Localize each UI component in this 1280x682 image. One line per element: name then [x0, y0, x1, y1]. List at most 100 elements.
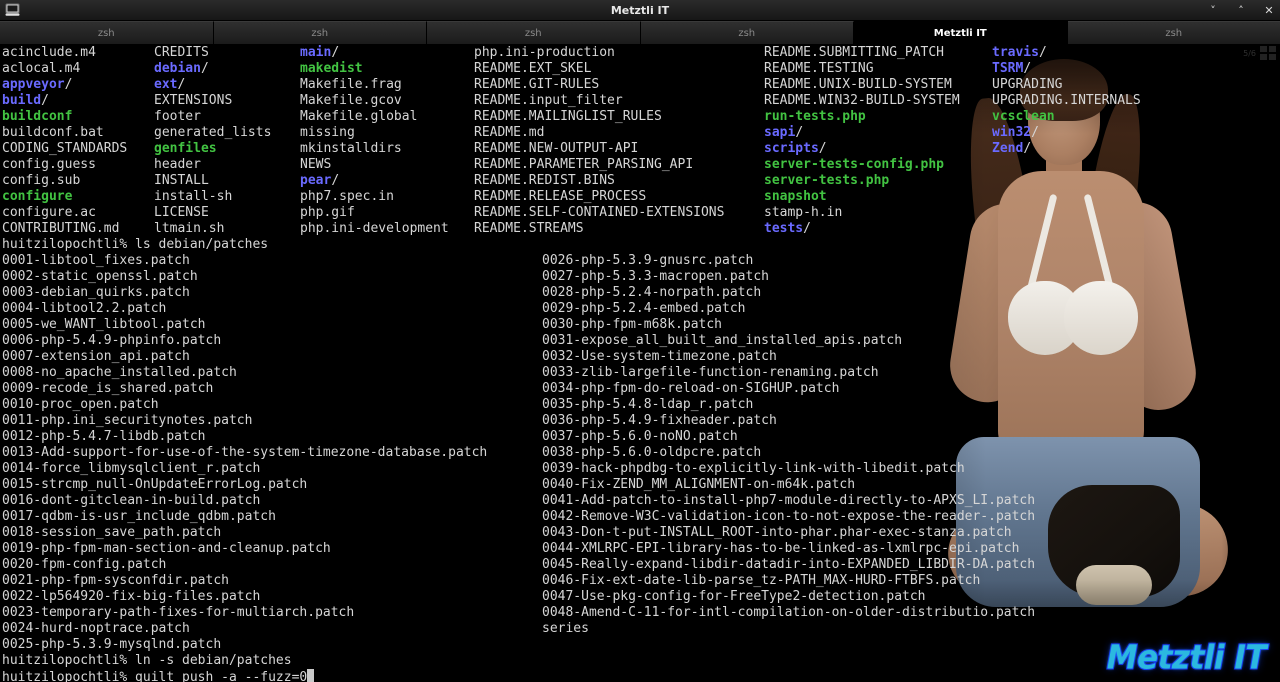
patch-file: 0030-php-fpm-m68k.patch	[542, 317, 723, 332]
terminal-line: 0018-session_save_path.patch 0043-Don-t-p…	[2, 525, 1278, 541]
terminal-line: huitzilopochtli% ln -s debian/patches	[2, 653, 1278, 669]
terminal-line: huitzilopochtli% ls debian/patches	[2, 237, 1278, 253]
terminal-line: CONTRIBUTING.md ltmain.sh php.ini-developm…	[2, 221, 1278, 237]
ls-entry: makedist	[300, 61, 363, 76]
terminal-line: 0011-php.ini_securitynotes.patch 0036-php…	[2, 413, 1278, 429]
patch-file: 0043-Don-t-put-INSTALL_ROOT-into-phar.ph…	[542, 525, 1012, 540]
terminal-line: 0022-lp564920-fix-big-files.patch 0047-Us…	[2, 589, 1278, 605]
ls-entry: mkinstalldirs	[300, 141, 402, 156]
ls-entry: header	[154, 157, 201, 172]
patch-file: 0007-extension_api.patch	[2, 349, 190, 364]
terminal-cursor	[307, 669, 315, 682]
maximize-button[interactable]: ˄	[1234, 3, 1248, 19]
ls-entry: configure.ac	[2, 205, 96, 220]
terminal-line: configure install-sh php7.spec.in README.RE…	[2, 189, 1278, 205]
patch-file: 0039-hack-phpdbg-to-explicitly-link-with…	[542, 461, 965, 476]
patch-file: 0001-libtool_fixes.patch	[2, 253, 190, 268]
tab-zsh-3[interactable]: zsh	[427, 21, 641, 44]
ls-entry: README.md	[474, 125, 545, 140]
terminal-line: 0008-no_apache_installed.patch 0033-zlib-…	[2, 365, 1278, 381]
patch-file: 0041-Add-patch-to-install-php7-module-di…	[542, 493, 1036, 508]
terminal-line: CODING_STANDARDS genfiles mkinstalldirs REA…	[2, 141, 1278, 157]
patch-file: 0038-php-5.6.0-oldpcre.patch	[542, 445, 762, 460]
ls-entry: run-tests.php	[764, 109, 866, 124]
terminal-line: 0024-hurd-noptrace.patch series	[2, 621, 1278, 637]
tab-zsh-1[interactable]: zsh	[0, 21, 214, 44]
terminal-line: buildconf.bat generated_lists missing READM…	[2, 125, 1278, 141]
ls-entry: NEWS	[300, 157, 332, 172]
ls-entry: ext/	[154, 77, 186, 92]
terminal-line: 0006-php-5.4.9-phpinfo.patch 0031-expose_…	[2, 333, 1278, 349]
patch-file: 0031-expose_all_built_and_installed_apis…	[542, 333, 903, 348]
terminal-text-layer: acinclude.m4 CREDITS main/php.ini-producti…	[0, 45, 1280, 682]
tab-zsh-2[interactable]: zsh	[213, 21, 427, 44]
patch-file: 0040-Fix-ZEND_MM_ALIGNMENT-on-m64k.patch	[542, 477, 856, 492]
ls-entry: EXTENSIONS	[154, 93, 233, 108]
patch-file: 0022-lp564920-fix-big-files.patch	[2, 589, 261, 604]
metztli-it-logo: Metztli IT	[1106, 638, 1268, 678]
ls-entry: INSTALL	[154, 173, 209, 188]
patch-file: 0025-php-5.3.9-mysqlnd.patch	[2, 637, 222, 652]
patch-file: 0017-qdbm-is-usr_include_qdbm.patch	[2, 509, 276, 524]
patch-file: 0026-php-5.3.9-gnusrc.patch	[542, 253, 754, 268]
ls-entry: footer	[154, 109, 201, 124]
ls-entry: CONTRIBUTING.md	[2, 221, 120, 236]
patch-file: 0018-session_save_path.patch	[2, 525, 222, 540]
ls-entry: buildconf.bat	[2, 125, 104, 140]
terminal-line: 0004-libtool2.2.patch 0029-php-5.2.4-embe…	[2, 301, 1278, 317]
patch-file: 0021-php-fpm-sysconfdir.patch	[2, 573, 229, 588]
terminal-line: 0010-proc_open.patch 0035-php-5.4.8-ldap_…	[2, 397, 1278, 413]
terminal-line: 0021-php-fpm-sysconfdir.patch 0046-Fix-ex…	[2, 573, 1278, 589]
ls-entry: README.SELF-CONTAINED-EXTENSIONS	[474, 205, 725, 220]
terminal-viewport[interactable]: acinclude.m4 CREDITS main/php.ini-producti…	[0, 45, 1280, 682]
tab-metztli-it[interactable]: Metztli IT	[854, 21, 1068, 44]
ls-entry: buildconf	[2, 109, 73, 124]
close-button[interactable]: ✕	[1262, 3, 1276, 19]
ls-entry: stamp-h.in	[764, 205, 843, 220]
tab-zsh-5[interactable]: zsh	[1067, 21, 1280, 44]
terminal-line: 0015-strcmp_null-OnUpdateErrorLog.patch 0…	[2, 477, 1278, 493]
patch-file: 0012-php-5.4.7-libdb.patch	[2, 429, 206, 444]
ls-entry: README.REDIST.BINS	[474, 173, 615, 188]
ls-entry: build/	[2, 93, 49, 108]
patch-file: 0044-XMLRPC-EPI-library-has-to-be-linked…	[542, 541, 1020, 556]
minimize-button[interactable]: ˅	[1206, 3, 1220, 19]
terminal-line: config.sub INSTALL pear/README.REDIST.BINS…	[2, 173, 1278, 189]
terminal-line: configure.ac LICENSE php.gif README.SELF-CO…	[2, 205, 1278, 221]
patch-file: 0035-php-5.4.8-ldap_r.patch	[542, 397, 754, 412]
ls-entry: genfiles	[154, 141, 217, 156]
shell-prompt-line: huitzilopochtli% ls debian/patches	[2, 237, 269, 252]
workspace-page-indicator[interactable]: 5/6	[1243, 46, 1276, 60]
patch-file: 0013-Add-support-for-use-of-the-system-t…	[2, 445, 488, 460]
terminal-line: config.guess header NEWS README.PARAMETER_P…	[2, 157, 1278, 173]
tab-bar: zsh zsh zsh zsh Metztli IT zsh	[0, 21, 1280, 45]
tab-zsh-4[interactable]: zsh	[640, 21, 854, 44]
ls-entry: install-sh	[154, 189, 233, 204]
patch-file: 0023-temporary-path-fixes-for-multiarch.…	[2, 605, 355, 620]
patch-file: 0036-php-5.4.9-fixheader.patch	[542, 413, 777, 428]
ls-entry: server-tests.php	[764, 173, 890, 188]
ls-entry: vcsclean	[992, 109, 1055, 124]
terminal-line: huitzilopochtli% quilt push -a --fuzz=0	[2, 669, 1278, 682]
ls-entry: README.NEW-OUTPUT-API	[474, 141, 639, 156]
patch-file: 0029-php-5.2.4-embed.patch	[542, 301, 746, 316]
ls-entry: php.ini-production	[474, 45, 615, 60]
ls-entry: CODING_STANDARDS	[2, 141, 128, 156]
terminal-line: 0017-qdbm-is-usr_include_qdbm.patch 0042-…	[2, 509, 1278, 525]
ls-entry: README.input_filter	[474, 93, 623, 108]
patch-file: 0046-Fix-ext-date-lib-parse_tz-PATH_MAX-…	[542, 573, 981, 588]
ls-entry: php7.spec.in	[300, 189, 394, 204]
terminal-line: 0002-static_openssl.patch 0027-php-5.3.3-…	[2, 269, 1278, 285]
terminal-line: 0020-fpm-config.patch 0045-Really-expand-…	[2, 557, 1278, 573]
terminal-line: 0013-Add-support-for-use-of-the-system-t…	[2, 445, 1278, 461]
terminal-line: 0007-extension_api.patch 0032-Use-system-…	[2, 349, 1278, 365]
patch-file: 0015-strcmp_null-OnUpdateErrorLog.patch	[2, 477, 308, 492]
ls-entry: README.EXT_SKEL	[474, 61, 592, 76]
ls-entry: config.sub	[2, 173, 81, 188]
patch-file: 0011-php.ini_securitynotes.patch	[2, 413, 253, 428]
patch-file: series	[542, 621, 589, 636]
terminal-line: 0014-force_libmysqlclient_r.patch 0039-ha…	[2, 461, 1278, 477]
ls-entry: php.gif	[300, 205, 355, 220]
window-controls: ˅ ˄ ✕	[1206, 0, 1276, 21]
ls-entry: README.GIT-RULES	[474, 77, 600, 92]
